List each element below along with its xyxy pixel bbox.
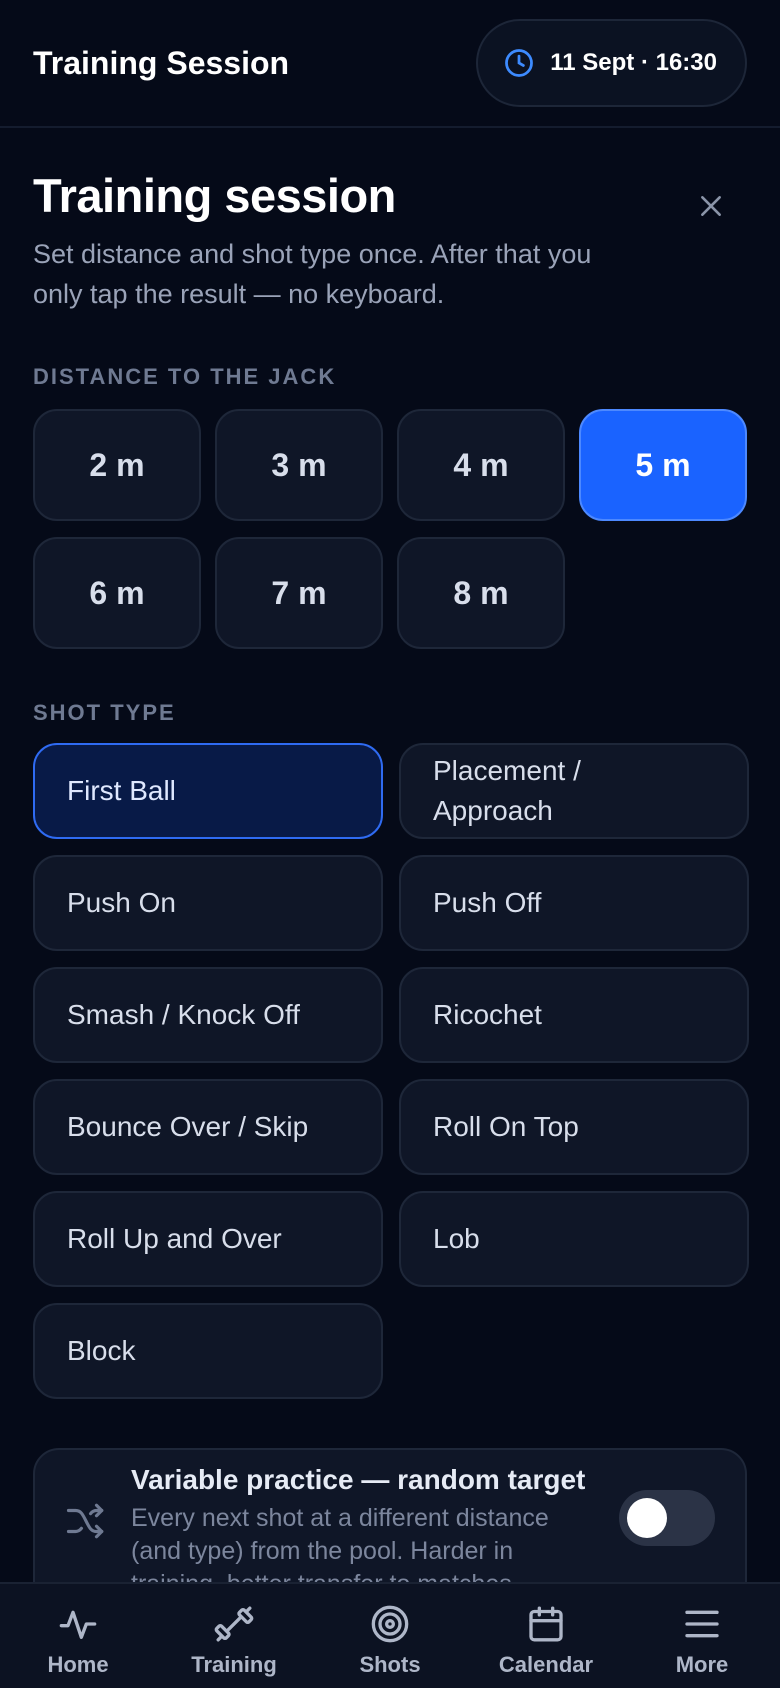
close-icon [701, 196, 721, 216]
dumbbell-icon [214, 1606, 254, 1642]
variable-practice-toggle[interactable] [619, 1490, 715, 1546]
distance-option-2m[interactable]: 2 m [33, 409, 201, 521]
distance-option-5m[interactable]: 5 m [579, 409, 747, 521]
variable-practice-title: Variable practice — random target [131, 1464, 586, 1495]
shot-option-block[interactable]: Block [33, 1303, 383, 1399]
nav-label: Home [47, 1652, 109, 1677]
shot-option-roll-on-top[interactable]: Roll On Top [399, 1079, 749, 1175]
nav-label: More [675, 1652, 729, 1677]
nav-item-training[interactable]: Training [156, 1584, 312, 1688]
distance-option-7m[interactable]: 7 m [215, 537, 383, 649]
nav-label: Calendar [498, 1652, 594, 1677]
target-icon [371, 1605, 409, 1643]
datetime-text: 11 Sept · 16:30 [550, 49, 717, 76]
header-title: Training Session [33, 44, 290, 81]
nav-item-shots[interactable]: Shots [312, 1584, 468, 1688]
datetime-pill[interactable]: 11 Sept · 16:30 [476, 19, 747, 107]
distance-option-3m[interactable]: 3 m [215, 409, 383, 521]
app-header: Training Session 11 Sept · 16:30 [0, 0, 780, 128]
menu-icon [685, 1610, 719, 1638]
distance-label: DISTANCE TO THE JACK [33, 364, 337, 389]
bottom-nav: Home Training Shots Calendar More [0, 1582, 780, 1688]
nav-label: Shots [359, 1652, 421, 1677]
toggle-knob [627, 1498, 667, 1538]
distance-option-4m[interactable]: 4 m [397, 409, 565, 521]
activity-icon [59, 1610, 97, 1639]
clock-icon [505, 49, 534, 77]
nav-item-home[interactable]: Home [0, 1584, 156, 1688]
page-subtitle: Set distance and shot type once. After t… [33, 239, 592, 309]
shot-option-push-on[interactable]: Push On [33, 855, 383, 951]
nav-item-more[interactable]: More [624, 1584, 780, 1688]
shot-option-label: Placement / Approach [433, 755, 581, 826]
shot-option-ricochet[interactable]: Ricochet [399, 967, 749, 1063]
shot-type-label: SHOT TYPE [33, 700, 176, 725]
shot-option-push-off[interactable]: Push Off [399, 855, 749, 951]
distance-option-8m[interactable]: 8 m [397, 537, 565, 649]
distance-option-6m[interactable]: 6 m [33, 537, 201, 649]
nav-label: Training [191, 1652, 277, 1677]
shot-option-smash[interactable]: Smash / Knock Off [33, 967, 383, 1063]
shuffle-icon [66, 1503, 104, 1539]
shot-option-bounce-over[interactable]: Bounce Over / Skip [33, 1079, 383, 1175]
page-title: Training session [33, 169, 396, 222]
nav-item-calendar[interactable]: Calendar [468, 1584, 624, 1688]
shot-option-first-ball[interactable]: First Ball [33, 743, 383, 839]
calendar-icon [529, 1606, 563, 1642]
shot-option-roll-up-and-over[interactable]: Roll Up and Over [33, 1191, 383, 1287]
close-button[interactable] [683, 178, 739, 234]
shot-option-placement[interactable]: Placement / Approach [399, 743, 749, 839]
shot-option-lob[interactable]: Lob [399, 1191, 749, 1287]
